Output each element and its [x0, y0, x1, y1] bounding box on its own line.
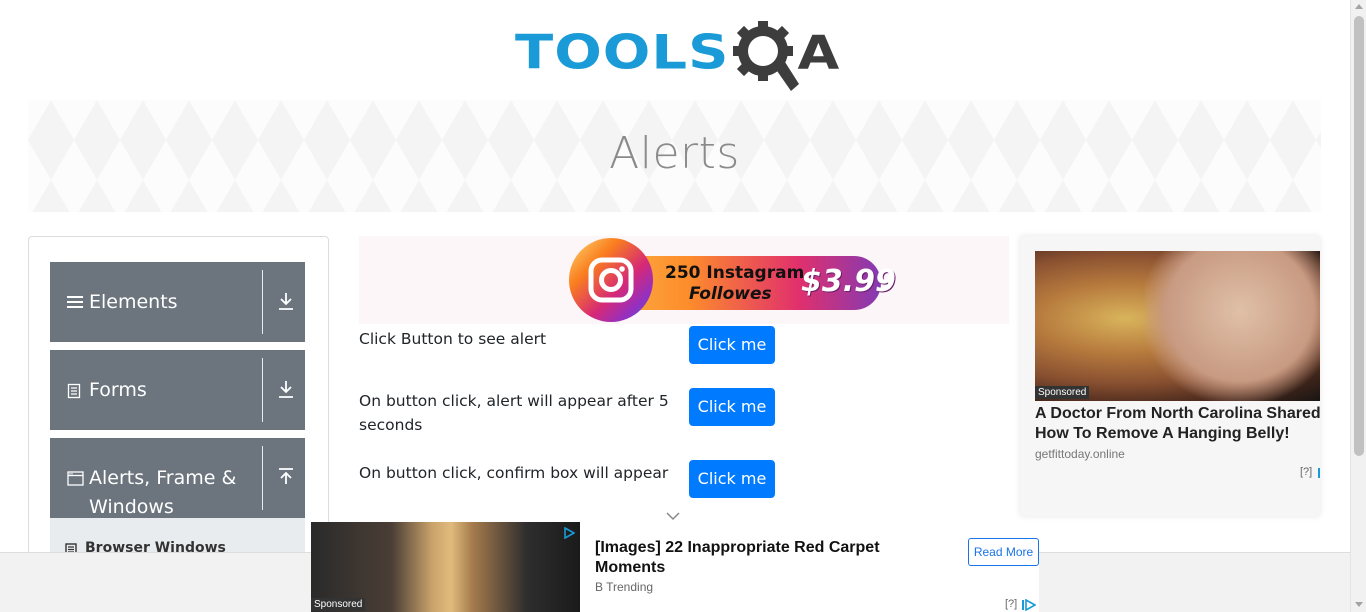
divider	[262, 446, 263, 510]
sponsored-label: Sponsored	[311, 598, 366, 611]
timer-alert-description: On button click, alert will appear after…	[359, 392, 669, 434]
ad-headline[interactable]: A Doctor From North Carolina Shared How …	[1035, 404, 1320, 444]
page-banner: Alerts	[28, 100, 1321, 212]
document-icon	[67, 383, 81, 404]
adchoices-icon[interactable]	[1022, 598, 1037, 612]
sidebar-group-label: Elements	[89, 291, 178, 313]
sidebar-group-label: Forms	[89, 379, 147, 401]
vertical-scrollbar[interactable]	[1350, 0, 1366, 612]
instagram-promo: 250 Instagram Followes $3.99	[569, 238, 896, 322]
read-more-button[interactable]: Read More	[968, 538, 1039, 566]
instagram-icon	[569, 238, 653, 322]
sidebar-group-forms[interactable]: Forms	[50, 350, 305, 430]
ad-source[interactable]: getfittoday.online	[1035, 447, 1125, 461]
promo-line-2: Followes	[689, 284, 772, 304]
page-title: Alerts	[609, 128, 740, 179]
toolsqa-logo[interactable]: TOOLS A	[515, 14, 840, 92]
promo-price: $3.99	[801, 264, 896, 299]
promo-ad-banner[interactable]: 250 Instagram Followes $3.99	[359, 236, 1009, 324]
download-arrow-icon[interactable]	[278, 292, 294, 315]
scroll-up-icon[interactable]	[1355, 4, 1363, 9]
divider	[262, 270, 263, 334]
sidebar-group-label: Alerts, Frame & Windows	[89, 467, 237, 518]
ad-help-link[interactable]: [?]	[1300, 466, 1312, 478]
sidebar-group-elements[interactable]: Elements	[50, 262, 305, 342]
scrollbar-thumb[interactable]	[1354, 16, 1364, 456]
logo-text-tail: A	[797, 25, 840, 80]
ad-image[interactable]	[1035, 251, 1320, 401]
sponsored-label: Sponsored	[1035, 386, 1090, 399]
alert-button[interactable]: Click me	[689, 326, 775, 364]
download-arrow-icon[interactable]	[278, 380, 294, 403]
timer-alert-button[interactable]: Click me	[689, 388, 775, 426]
confirm-description: On button click, confirm box will appear	[359, 464, 669, 482]
ad-source[interactable]: B Trending	[595, 580, 653, 594]
alert-description-1: Click Button to see alert	[359, 330, 547, 348]
page: TOOLS A Alerts Elements Forms Alerts, Fr…	[0, 0, 1366, 612]
ad-image-detail	[1145, 251, 1320, 401]
divider	[262, 358, 263, 422]
ad-headline[interactable]: [Images] 22 Inappropriate Red Carpet Mom…	[595, 538, 935, 578]
sponsored-ad-right[interactable]: Sponsored A Doctor From North Carolina S…	[1020, 236, 1320, 516]
hamburger-icon	[67, 295, 83, 314]
gear-magnifier-icon	[731, 18, 801, 91]
sidebar-group-alerts-frame-windows[interactable]: Alerts, Frame & Windows	[50, 438, 305, 518]
window-icon	[67, 471, 84, 491]
confirm-button[interactable]: Click me	[689, 460, 775, 498]
ad-help-link[interactable]: [?]	[1005, 598, 1017, 610]
upload-arrow-icon[interactable]	[278, 468, 294, 491]
adchoices-icon[interactable]	[563, 526, 576, 544]
promo-line-1: 250 Instagram	[665, 263, 805, 283]
sponsored-ad-bottom[interactable]: Sponsored [Images] 22 Inappropriate Red …	[311, 522, 1039, 612]
logo-text: TOOLS	[515, 24, 730, 81]
adchoices-icon[interactable]	[1318, 466, 1320, 484]
scroll-down-icon[interactable]	[1355, 602, 1363, 607]
